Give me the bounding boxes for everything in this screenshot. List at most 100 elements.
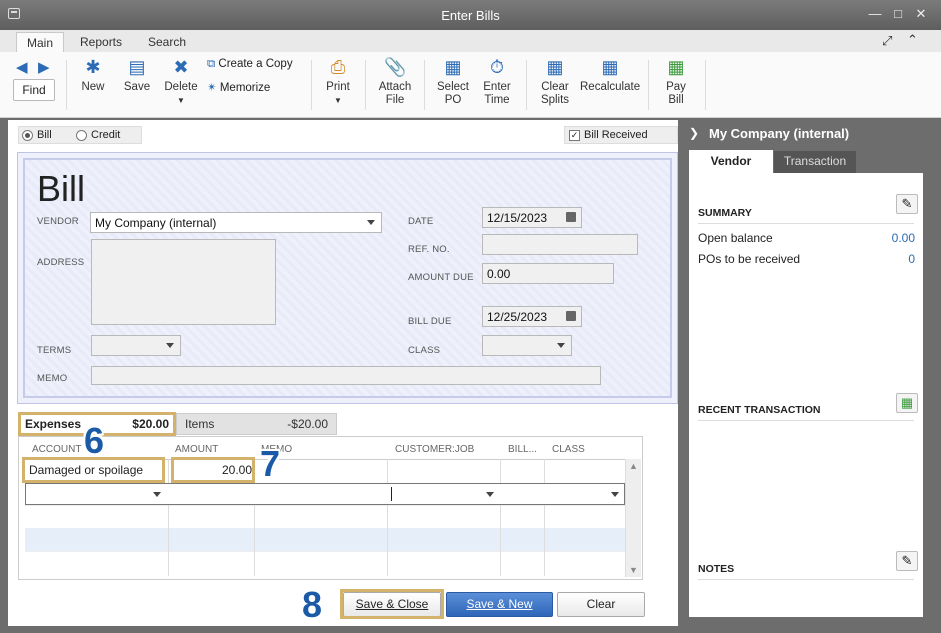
- next-arrow-icon[interactable]: ▶: [38, 58, 50, 76]
- class-dropdown[interactable]: [482, 335, 572, 356]
- col-class: CLASS: [552, 444, 585, 455]
- sidebar-title: My Company (internal): [709, 126, 850, 141]
- tab-main[interactable]: Main: [16, 32, 65, 52]
- memorize-button[interactable]: ✴ Memorize: [207, 80, 270, 94]
- credit-radio[interactable]: Credit: [76, 129, 120, 141]
- ref-no-field[interactable]: [482, 234, 638, 255]
- attach-file-button[interactable]: 📎 Attach File: [378, 56, 412, 107]
- scroll-down-icon[interactable]: ▼: [629, 565, 638, 575]
- terms-dropdown[interactable]: [91, 335, 181, 356]
- tab-transaction[interactable]: Transaction: [774, 151, 856, 173]
- bill-due-label: BILL DUE: [408, 316, 452, 327]
- save-close-highlight: [340, 589, 444, 619]
- money-icon: ▦: [667, 57, 685, 77]
- vendor-label: VENDOR: [37, 216, 79, 227]
- class-label: CLASS: [408, 345, 441, 356]
- date-label: DATE: [408, 216, 434, 227]
- chevron-right-icon[interactable]: ❯: [689, 126, 699, 140]
- table-row[interactable]: [25, 483, 625, 505]
- edit-pencil-icon[interactable]: ✎: [896, 551, 918, 571]
- address-field[interactable]: [91, 239, 276, 325]
- clear-splits-icon: ▦: [546, 57, 564, 77]
- amount-highlight: [171, 457, 255, 483]
- calendar-icon[interactable]: [566, 311, 576, 321]
- recalculate-button[interactable]: ▦ Recalculate: [580, 56, 640, 94]
- terms-label: TERMS: [37, 345, 72, 356]
- prev-arrow-icon[interactable]: ◀: [16, 58, 28, 76]
- print-button[interactable]: ⎙ Print ▼: [324, 56, 352, 107]
- chevron-down-icon[interactable]: [611, 492, 619, 497]
- select-po-icon: ▦: [444, 57, 462, 77]
- paperclip-icon: 📎: [384, 57, 407, 77]
- chevron-down-icon[interactable]: [486, 492, 494, 497]
- delete-x-icon: ✖: [173, 57, 189, 77]
- expand-icon[interactable]: ⤢: [882, 33, 892, 49]
- step-8-marker: 8: [302, 584, 323, 625]
- chevron-down-icon: [166, 343, 174, 348]
- address-label: ADDRESS: [37, 257, 85, 268]
- clear-button[interactable]: Clear: [557, 592, 645, 617]
- restore-icon[interactable]: □: [889, 6, 907, 21]
- chevron-down-icon: ▼: [334, 96, 342, 105]
- create-copy-button[interactable]: ⧉ Create a Copy: [207, 58, 293, 71]
- ribbon-tabs: Main Reports Search ⤢ ⌃: [0, 30, 941, 52]
- clear-splits-button[interactable]: ▦ Clear Splits: [540, 56, 570, 107]
- edit-pencil-icon[interactable]: ✎: [896, 194, 918, 214]
- open-balance-label: Open balance: [698, 231, 773, 245]
- bill-radio[interactable]: Bill: [22, 129, 52, 141]
- amount-due-label: AMOUNT DUE: [408, 272, 474, 283]
- col-billable: BILL...: [508, 444, 537, 455]
- memorize-icon: ✴: [207, 82, 217, 94]
- vendor-sidebar: ❯ My Company (internal) Vendor Transacti…: [681, 120, 941, 633]
- find-button[interactable]: Find: [13, 79, 55, 101]
- enter-time-button[interactable]: ⏱ Enter Time: [482, 56, 512, 107]
- tab-items[interactable]: Items -$20.00: [176, 413, 337, 435]
- calculator-icon: ▦: [601, 57, 619, 77]
- stopwatch-icon: ⏱: [489, 57, 505, 77]
- calendar-icon[interactable]: [566, 212, 576, 222]
- summary-heading: SUMMARY: [698, 207, 752, 219]
- table-row[interactable]: [25, 528, 625, 551]
- chevron-down-icon: ▼: [177, 96, 185, 105]
- printer-icon: ⎙: [330, 57, 346, 77]
- delete-button[interactable]: ✖ Delete ▼: [163, 56, 199, 107]
- step-7-marker: 7: [260, 443, 281, 484]
- date-field[interactable]: 12/15/2023: [482, 207, 582, 228]
- bill-header-form: Bill VENDOR My Company (internal) ADDRES…: [17, 152, 678, 404]
- save-disk-icon: ▤: [128, 57, 146, 77]
- collapse-ribbon-icon[interactable]: ⌃: [907, 32, 918, 48]
- chevron-down-icon[interactable]: [153, 492, 161, 497]
- text-cursor: [391, 487, 392, 501]
- memo-field[interactable]: [91, 366, 601, 385]
- recent-transaction-heading: RECENT TRANSACTION: [698, 404, 821, 416]
- copy-icon: ⧉: [207, 58, 216, 70]
- toolbar: ◀ ▶ Find ✱ New ▤ Save ✖ Delete ▼ ⧉ Create a …: [0, 52, 941, 118]
- save-new-button[interactable]: Save & New: [446, 592, 553, 617]
- window-title: Enter Bills: [441, 8, 500, 23]
- ref-no-label: REF. NO.: [408, 244, 450, 255]
- minimize-icon[interactable]: —: [866, 6, 884, 21]
- bill-due-field[interactable]: 12/25/2023: [482, 306, 582, 327]
- new-button[interactable]: ✱ New: [80, 56, 106, 94]
- vendor-dropdown[interactable]: My Company (internal): [90, 212, 382, 233]
- tab-search[interactable]: Search: [138, 32, 196, 52]
- tab-vendor[interactable]: Vendor: [689, 150, 773, 173]
- col-amount: AMOUNT: [175, 444, 219, 455]
- scroll-up-icon[interactable]: ▲: [629, 461, 638, 471]
- tab-reports[interactable]: Reports: [70, 32, 132, 52]
- pos-value[interactable]: 0: [908, 252, 915, 266]
- grid-scrollbar[interactable]: ▲ ▼: [625, 459, 641, 577]
- sidebar-content: SUMMARY ✎ Open balance 0.00 POs to be re…: [689, 173, 923, 617]
- pay-bill-button[interactable]: ▦ Pay Bill: [662, 56, 690, 107]
- close-icon[interactable]: ✕: [912, 6, 930, 22]
- notes-heading: NOTES: [698, 563, 735, 575]
- select-po-button[interactable]: ▦ Select PO: [436, 56, 470, 107]
- col-customer-job: CUSTOMER:JOB: [395, 444, 475, 455]
- amount-due-field: 0.00: [482, 263, 614, 284]
- report-icon[interactable]: ▦: [896, 393, 918, 413]
- save-toolbar-button[interactable]: ▤ Save: [122, 56, 152, 94]
- step-6-marker: 6: [84, 420, 105, 461]
- title-bar: Enter Bills — □ ✕: [0, 0, 941, 30]
- bill-received-checkbox[interactable]: ✓ Bill Received: [564, 126, 678, 144]
- open-balance-value[interactable]: 0.00: [892, 231, 915, 245]
